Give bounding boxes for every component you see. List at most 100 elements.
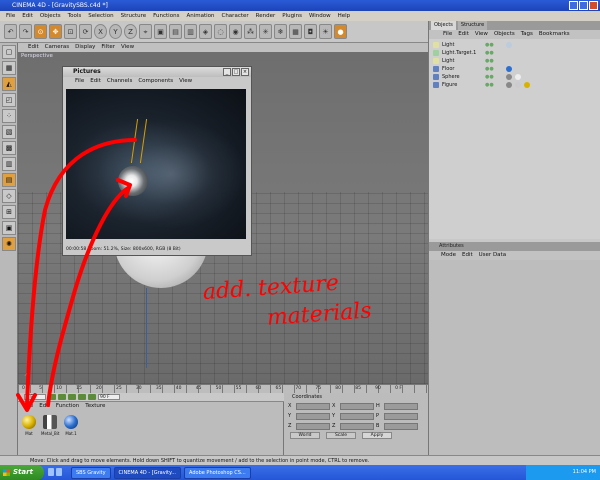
- previous-frame-icon[interactable]: [58, 394, 66, 400]
- target-tag-icon[interactable]: [506, 42, 512, 48]
- attr-menu-mode[interactable]: Mode: [441, 251, 456, 260]
- goto-start-icon[interactable]: [48, 394, 56, 400]
- menu-edit[interactable]: Edit: [22, 11, 33, 21]
- size-y-field[interactable]: [340, 412, 374, 420]
- list-item[interactable]: Light ●●: [429, 57, 600, 65]
- cube-icon[interactable]: ◈: [199, 24, 212, 39]
- gold-tag-icon[interactable]: [524, 82, 530, 88]
- attr-menu-user-data[interactable]: User Data: [479, 251, 506, 260]
- material-menu-edit[interactable]: Edit: [39, 402, 50, 411]
- close-button[interactable]: [589, 1, 598, 10]
- viewport-menu-edit[interactable]: Edit: [28, 43, 39, 52]
- object-menu-file[interactable]: File: [443, 30, 452, 39]
- rotate-icon[interactable]: ⟳: [79, 24, 92, 39]
- workplane-icon[interactable]: ▣: [2, 221, 16, 235]
- minimize-button[interactable]: [569, 1, 578, 10]
- list-item[interactable]: Sphere ●●: [429, 73, 600, 81]
- material-menu-texture[interactable]: Texture: [85, 402, 105, 411]
- menu-window[interactable]: Window: [309, 11, 331, 21]
- menu-tools[interactable]: Tools: [68, 11, 82, 21]
- array-icon[interactable]: ⁂: [244, 24, 257, 39]
- tab-objects[interactable]: Objects: [431, 21, 456, 30]
- tab-structure[interactable]: Structure: [457, 21, 488, 30]
- visibility-dots-icon[interactable]: ●●: [485, 66, 503, 72]
- pictures-title-bar[interactable]: Pictures _ □ ×: [63, 67, 251, 77]
- minimize-icon[interactable]: _: [223, 68, 231, 76]
- show-desktop-icon[interactable]: [48, 467, 54, 476]
- visibility-dots-icon[interactable]: ●●: [485, 82, 503, 88]
- menu-render[interactable]: Render: [256, 11, 276, 21]
- end-frame-field[interactable]: 90 F: [98, 394, 120, 400]
- material-menu-function[interactable]: Function: [56, 402, 79, 411]
- locked-workplane-icon[interactable]: ✺: [2, 237, 16, 251]
- goto-end-icon[interactable]: [88, 394, 96, 400]
- menu-file[interactable]: File: [6, 11, 15, 21]
- maximize-icon[interactable]: □: [232, 68, 240, 76]
- inverse-kinematics-icon[interactable]: ◇: [2, 189, 16, 203]
- object-menu-objects[interactable]: Objects: [494, 30, 515, 39]
- checker-tag-icon[interactable]: [515, 82, 521, 88]
- clock[interactable]: 11:04 PM: [573, 469, 596, 475]
- viewport-menu-display[interactable]: Display: [75, 43, 95, 52]
- y-axis-icon[interactable]: Y: [109, 24, 122, 39]
- menu-help[interactable]: Help: [338, 11, 351, 21]
- material-tag-icon[interactable]: [506, 82, 512, 88]
- viewport-menu-cameras[interactable]: Cameras: [45, 43, 69, 52]
- menu-objects[interactable]: Objects: [40, 11, 61, 21]
- list-item[interactable]: Light ●●: [429, 41, 600, 49]
- render-settings-icon[interactable]: ▥: [184, 24, 197, 39]
- maximize-button[interactable]: [579, 1, 588, 10]
- snap-icon[interactable]: ⊞: [2, 205, 16, 219]
- rotation-h-field[interactable]: [384, 402, 418, 410]
- make-editable-icon[interactable]: ▢: [2, 45, 16, 59]
- size-x-field[interactable]: [340, 402, 374, 410]
- undo-icon[interactable]: ↶: [4, 24, 17, 39]
- menu-character[interactable]: Character: [221, 11, 248, 21]
- pictures-menu-file[interactable]: File: [75, 77, 84, 86]
- record-icon[interactable]: ●: [334, 24, 347, 39]
- scale-icon[interactable]: ⊡: [64, 24, 77, 39]
- object-menu-tags[interactable]: Tags: [521, 30, 533, 39]
- browser-icon[interactable]: [56, 467, 62, 476]
- object-menu-bookmarks[interactable]: Bookmarks: [539, 30, 570, 39]
- world-dropdown[interactable]: World: [290, 432, 320, 439]
- viewport-menu-filter[interactable]: Filter: [101, 43, 115, 52]
- visibility-dots-icon[interactable]: ●●: [485, 50, 503, 56]
- animation-mode-icon[interactable]: ▤: [2, 173, 16, 187]
- model-tool-icon[interactable]: ◭: [2, 77, 16, 91]
- list-item[interactable]: Floor ●●: [429, 65, 600, 73]
- size-z-field[interactable]: [340, 422, 374, 430]
- deformer-icon[interactable]: ✳: [259, 24, 272, 39]
- camera-icon[interactable]: ◘: [304, 24, 317, 39]
- pictures-menu-view[interactable]: View: [179, 77, 192, 86]
- texture-mode-icon[interactable]: ▥: [2, 157, 16, 171]
- attr-menu-edit[interactable]: Edit: [462, 251, 473, 260]
- edge-mode-icon[interactable]: ▧: [2, 125, 16, 139]
- coordinate-system-icon[interactable]: ⌖: [139, 24, 152, 39]
- object-menu-view[interactable]: View: [475, 30, 488, 39]
- scene-icon[interactable]: ❄: [274, 24, 287, 39]
- list-item[interactable]: Light.Target.1 ●●: [429, 49, 600, 57]
- render-picture-viewer-icon[interactable]: ▤: [169, 24, 182, 39]
- material-swatch-blue[interactable]: Mat.1: [62, 415, 80, 441]
- pictures-menu-edit[interactable]: Edit: [90, 77, 101, 86]
- redo-icon[interactable]: ↷: [19, 24, 32, 39]
- current-frame-field[interactable]: 0 F: [24, 394, 46, 400]
- start-button[interactable]: Start: [0, 465, 44, 480]
- spline-icon[interactable]: ◌: [214, 24, 227, 39]
- point-mode-icon[interactable]: ⁘: [2, 109, 16, 123]
- object-axis-icon[interactable]: ◰: [2, 93, 16, 107]
- x-axis-icon[interactable]: X: [94, 24, 107, 39]
- rotation-p-field[interactable]: [384, 412, 418, 420]
- task-sbs-gravity[interactable]: SBS Gravity: [71, 466, 111, 479]
- close-icon[interactable]: ×: [241, 68, 249, 76]
- material-menu-file[interactable]: File: [24, 402, 33, 411]
- position-z-field[interactable]: [296, 422, 330, 430]
- material-swatch-gold[interactable]: Mat: [20, 415, 38, 441]
- material-swatch-metal[interactable]: Metal_Bit: [41, 415, 59, 441]
- list-item[interactable]: Figure ●●: [429, 81, 600, 89]
- texture-tag-icon[interactable]: [515, 74, 521, 80]
- task-photoshop[interactable]: Adobe Photoshop CS...: [184, 466, 251, 479]
- pictures-menu-components[interactable]: Components: [138, 77, 173, 86]
- material-tag-icon[interactable]: [506, 74, 512, 80]
